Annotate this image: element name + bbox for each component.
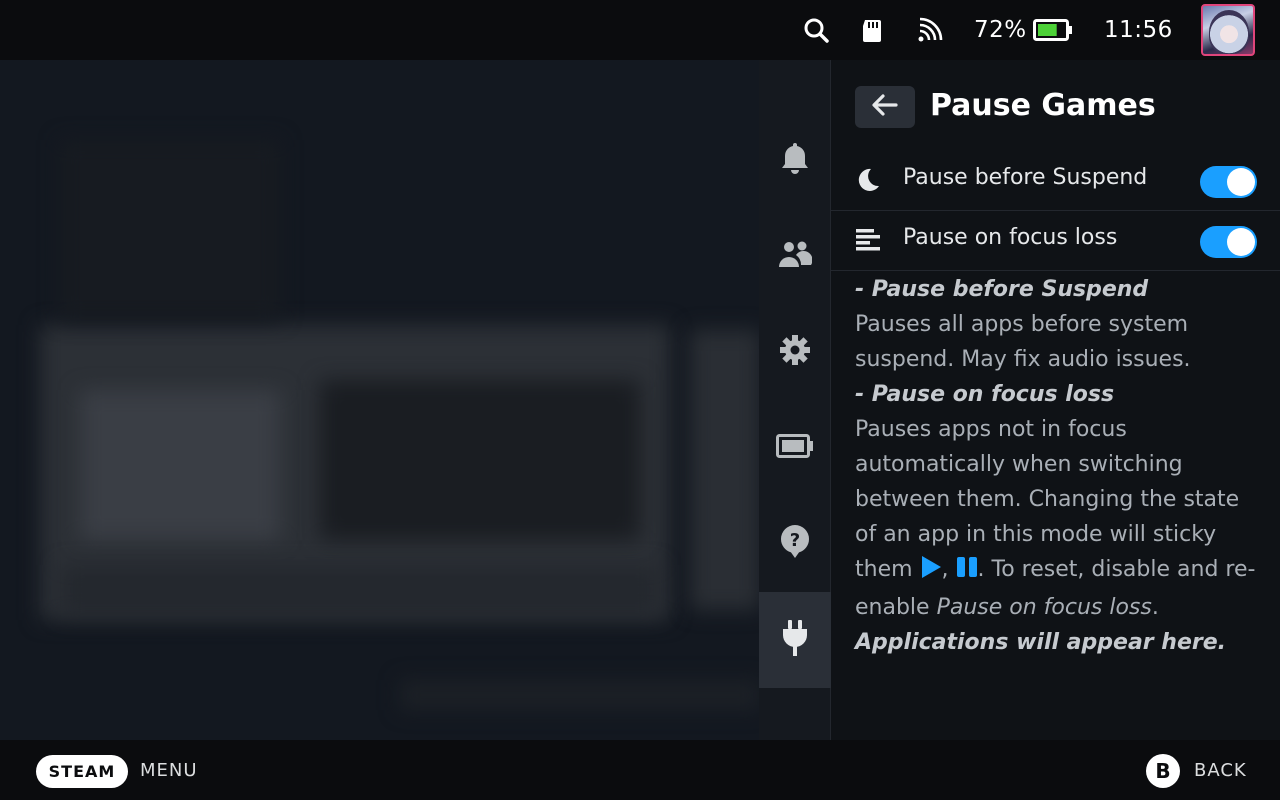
rail-item-notifications[interactable] [759, 112, 831, 208]
rail-item-help[interactable]: ? [759, 496, 831, 592]
setting-row-pause-before-suspend[interactable]: Pause before Suspend [831, 151, 1280, 211]
description-text: - Pause before Suspend Pauses all apps b… [855, 272, 1265, 660]
wifi-icon [914, 14, 946, 46]
arrow-left-icon [872, 94, 898, 120]
bottom-hint-bar: STEAM MENU B BACK [0, 740, 1280, 800]
back-hint-label: BACK [1194, 760, 1247, 781]
battery-fill [1038, 24, 1057, 36]
bell-icon [780, 141, 810, 179]
top-status-bar: 72% 11:56 [0, 0, 1280, 60]
rail-item-plugins[interactable] [759, 592, 831, 688]
steam-button[interactable]: STEAM [36, 755, 128, 788]
pause-icon [956, 555, 978, 590]
description-heading: - Pause on focus loss [855, 382, 1115, 407]
search-icon[interactable] [800, 14, 832, 46]
svg-text:?: ? [790, 530, 800, 551]
quick-access-rail: ? [759, 60, 831, 740]
gear-icon [779, 334, 811, 370]
setting-row-pause-on-focus-loss[interactable]: Pause on focus loss [831, 211, 1280, 271]
play-icon [920, 555, 942, 590]
sd-card-icon [856, 14, 888, 46]
rail-item-performance[interactable] [759, 400, 831, 496]
blurred-background [0, 60, 760, 740]
rail-item-friends[interactable] [759, 208, 831, 304]
friends-icon [778, 239, 813, 273]
description-heading: - Pause before Suspend [855, 277, 1149, 302]
page-title: Pause Games [930, 88, 1156, 123]
clock: 11:56 [1104, 17, 1173, 43]
menu-hint-label: MENU [140, 760, 198, 781]
setting-label: Pause on focus loss [903, 225, 1118, 250]
setting-label: Pause before Suspend [903, 165, 1148, 190]
applications-placeholder: Applications will appear here. [855, 630, 1227, 655]
list-icon [853, 225, 883, 255]
pause-before-suspend-toggle[interactable] [1200, 166, 1257, 198]
b-button[interactable]: B [1146, 754, 1180, 788]
moon-icon [853, 165, 883, 195]
plug-icon [780, 619, 810, 661]
help-icon: ? [779, 524, 811, 564]
pause-on-focus-loss-toggle[interactable] [1200, 226, 1257, 258]
rail-item-settings[interactable] [759, 304, 831, 400]
avatar[interactable] [1201, 4, 1255, 56]
battery-percent: 72% [974, 17, 1027, 43]
panel-back-button[interactable] [855, 86, 915, 128]
description-paragraph: Pauses apps not in focus automatically w… [855, 417, 1256, 620]
battery-icon [776, 434, 814, 462]
battery-icon [1032, 14, 1074, 46]
plugin-panel: Pause Games Pause before Suspend Pause o… [831, 60, 1280, 740]
description-paragraph: Pauses all apps before system suspend. M… [855, 312, 1191, 372]
